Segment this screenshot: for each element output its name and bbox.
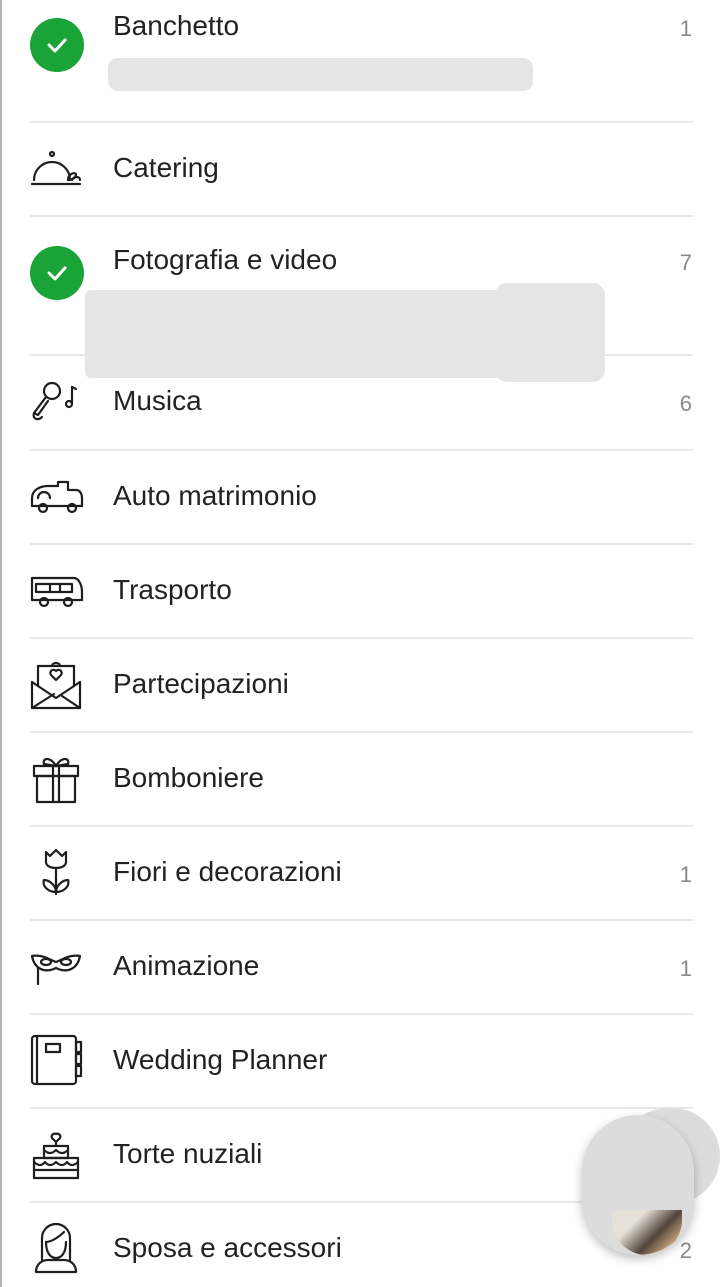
category-count: 1 [679, 956, 692, 981]
category-label: Musica [113, 385, 202, 416]
category-row-banchetto[interactable]: Banchetto 1 [0, 0, 720, 122]
cloche-icon [28, 140, 84, 196]
planner-book-icon [28, 1032, 84, 1088]
category-row-animazione[interactable]: Animazione 1 [0, 920, 720, 1014]
category-label: Bomboniere [113, 762, 264, 793]
category-count: 7 [679, 250, 692, 275]
bride-icon [28, 1220, 84, 1276]
category-label: Fiori e decorazioni [113, 856, 342, 887]
category-label: Torte nuziali [113, 1138, 263, 1169]
check-circle-icon [30, 18, 84, 72]
category-row-auto-matrimonio[interactable]: Auto matrimonio [0, 450, 720, 544]
floating-avatar-button[interactable] [582, 1115, 694, 1255]
cake-icon [28, 1126, 84, 1182]
category-row-wedding-planner[interactable]: Wedding Planner [0, 1014, 720, 1108]
category-row-bomboniere[interactable]: Bomboniere [0, 732, 720, 826]
envelope-heart-icon [28, 656, 84, 712]
category-row-catering[interactable]: Catering [0, 122, 720, 216]
category-label: Fotografia e video [113, 244, 338, 275]
category-label: Auto matrimonio [113, 480, 317, 511]
category-label: Trasporto [113, 574, 232, 605]
category-label: Banchetto [113, 10, 240, 41]
category-count: 1 [679, 16, 692, 41]
bus-icon [28, 562, 84, 618]
redacted-subtitle [108, 58, 533, 91]
category-label: Animazione [113, 950, 260, 981]
category-row-musica[interactable]: Musica 6 [0, 355, 720, 449]
category-label: Partecipazioni [113, 668, 289, 699]
category-label: Wedding Planner [113, 1044, 328, 1075]
category-row-partecipazioni[interactable]: Partecipazioni [0, 638, 720, 732]
category-row-fiori-e-decorazioni[interactable]: Fiori e decorazioni 1 [0, 826, 720, 920]
gift-icon [28, 750, 84, 806]
category-label: Sposa e accessori [113, 1232, 342, 1263]
tulip-icon [28, 844, 84, 900]
car-icon [28, 468, 84, 524]
category-count: 1 [679, 862, 692, 887]
microphone-note-icon [28, 373, 84, 429]
category-label: Catering [113, 152, 219, 183]
category-count: 2 [679, 1238, 692, 1263]
category-count: 6 [679, 391, 692, 416]
category-row-trasporto[interactable]: Trasporto [0, 544, 720, 638]
check-circle-icon [30, 246, 84, 300]
mask-icon [28, 938, 84, 994]
